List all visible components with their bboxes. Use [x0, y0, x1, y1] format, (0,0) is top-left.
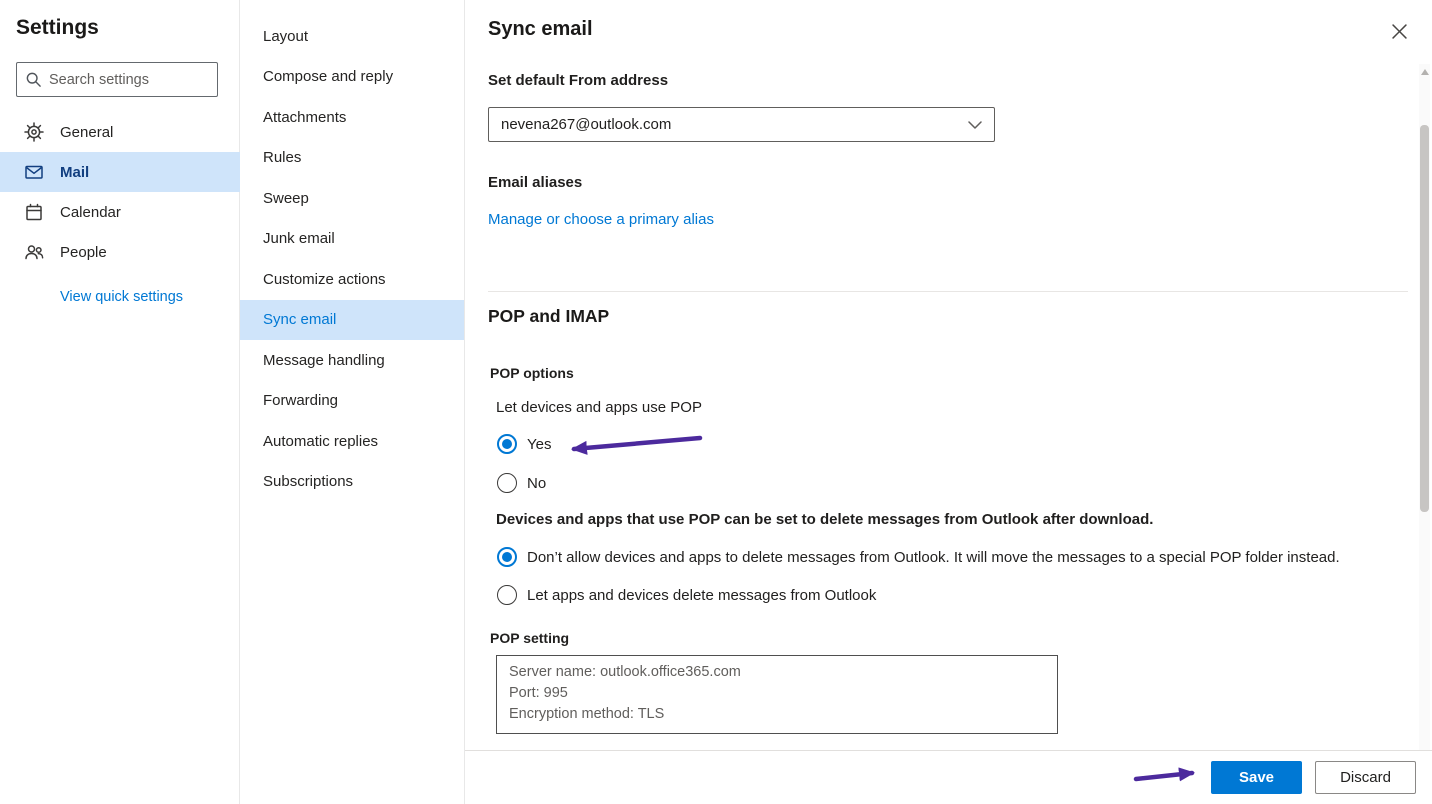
pop-imap-heading: POP and IMAP	[488, 306, 609, 327]
radio-pop-no[interactable]: No	[497, 473, 546, 493]
scrollbar-up-arrow-icon[interactable]	[1421, 69, 1429, 75]
manage-alias-link[interactable]: Manage or choose a primary alias	[488, 211, 714, 228]
pop-options-label: POP options	[490, 365, 574, 381]
search-settings-input[interactable]	[49, 72, 236, 88]
pop-delete-info: Devices and apps that use POP can be set…	[496, 511, 1153, 528]
submenu-item-customize-actions[interactable]: Customize actions	[240, 259, 464, 300]
sidebar-item-label: Calendar	[60, 204, 121, 221]
from-address-value: nevena267@outlook.com	[501, 116, 671, 133]
pop-server-line: Server name: outlook.office365.com	[509, 662, 1045, 683]
radio-selected-icon[interactable]	[497, 434, 517, 454]
settings-title: Settings	[16, 16, 99, 40]
people-icon	[24, 242, 44, 262]
radio-let-delete[interactable]: Let apps and devices delete messages fro…	[497, 585, 876, 605]
sidebar-item-calendar[interactable]: Calendar	[0, 192, 240, 232]
pop-setting-box: Server name: outlook.office365.com Port:…	[496, 655, 1058, 734]
gear-icon	[24, 122, 44, 142]
radio-unselected-icon[interactable]	[497, 585, 517, 605]
use-pop-label: Let devices and apps use POP	[496, 399, 702, 416]
radio-unselected-icon[interactable]	[497, 473, 517, 493]
pop-port-line: Port: 995	[509, 683, 1045, 704]
sidebar-item-general[interactable]: General	[0, 112, 240, 152]
page-title: Sync email	[488, 18, 593, 41]
footer-bar: Save Discard	[465, 750, 1432, 804]
sidebar-item-label: General	[60, 124, 113, 141]
from-address-label: Set default From address	[488, 72, 668, 89]
submenu-item-message-handling[interactable]: Message handling	[240, 340, 464, 381]
submenu-item-subscriptions[interactable]: Subscriptions	[240, 462, 464, 503]
from-address-dropdown[interactable]: nevena267@outlook.com	[488, 107, 995, 142]
calendar-icon	[24, 202, 44, 222]
radio-pop-yes-label: Yes	[527, 436, 551, 453]
save-button[interactable]: Save	[1211, 761, 1302, 794]
submenu-item-sweep[interactable]: Sweep	[240, 178, 464, 219]
submenu-item-automatic-replies[interactable]: Automatic replies	[240, 421, 464, 462]
settings-nav: General Mail Calendar	[0, 112, 240, 272]
view-quick-settings-link[interactable]: View quick settings	[60, 289, 183, 305]
submenu-item-layout[interactable]: Layout	[240, 16, 464, 57]
section-divider	[488, 291, 1408, 292]
close-icon[interactable]	[1390, 22, 1408, 40]
submenu-item-attachments[interactable]: Attachments	[240, 97, 464, 138]
submenu-item-forwarding[interactable]: Forwarding	[240, 381, 464, 422]
scrollbar-thumb[interactable]	[1420, 125, 1429, 512]
radio-pop-yes[interactable]: Yes	[497, 434, 551, 454]
search-settings-box[interactable]	[16, 62, 218, 97]
sidebar-item-mail[interactable]: Mail	[0, 152, 240, 192]
search-icon	[25, 71, 42, 88]
radio-let-delete-label: Let apps and devices delete messages fro…	[527, 587, 876, 604]
submenu-item-sync-email[interactable]: Sync email	[240, 300, 464, 341]
sidebar-item-label: People	[60, 244, 107, 261]
mail-settings-submenu: Layout Compose and reply Attachments Rul…	[240, 0, 465, 804]
submenu-item-compose-and-reply[interactable]: Compose and reply	[240, 57, 464, 98]
sidebar-item-people[interactable]: People	[0, 232, 240, 272]
submenu-item-rules[interactable]: Rules	[240, 138, 464, 179]
discard-button[interactable]: Discard	[1315, 761, 1416, 794]
radio-dont-allow-delete[interactable]: Don’t allow devices and apps to delete m…	[497, 547, 1340, 567]
radio-selected-icon[interactable]	[497, 547, 517, 567]
pop-setting-label: POP setting	[490, 630, 569, 646]
mail-icon	[24, 162, 44, 182]
radio-dont-allow-label: Don’t allow devices and apps to delete m…	[527, 549, 1340, 566]
pop-encryption-line: Encryption method: TLS	[509, 704, 1045, 725]
sync-email-panel: Sync email Set default From address neve…	[465, 0, 1432, 804]
chevron-down-icon	[968, 121, 982, 129]
submenu-item-junk-email[interactable]: Junk email	[240, 219, 464, 260]
sidebar-item-label: Mail	[60, 164, 89, 181]
settings-sidebar: Settings General	[0, 0, 240, 804]
email-aliases-label: Email aliases	[488, 174, 582, 191]
radio-pop-no-label: No	[527, 475, 546, 492]
